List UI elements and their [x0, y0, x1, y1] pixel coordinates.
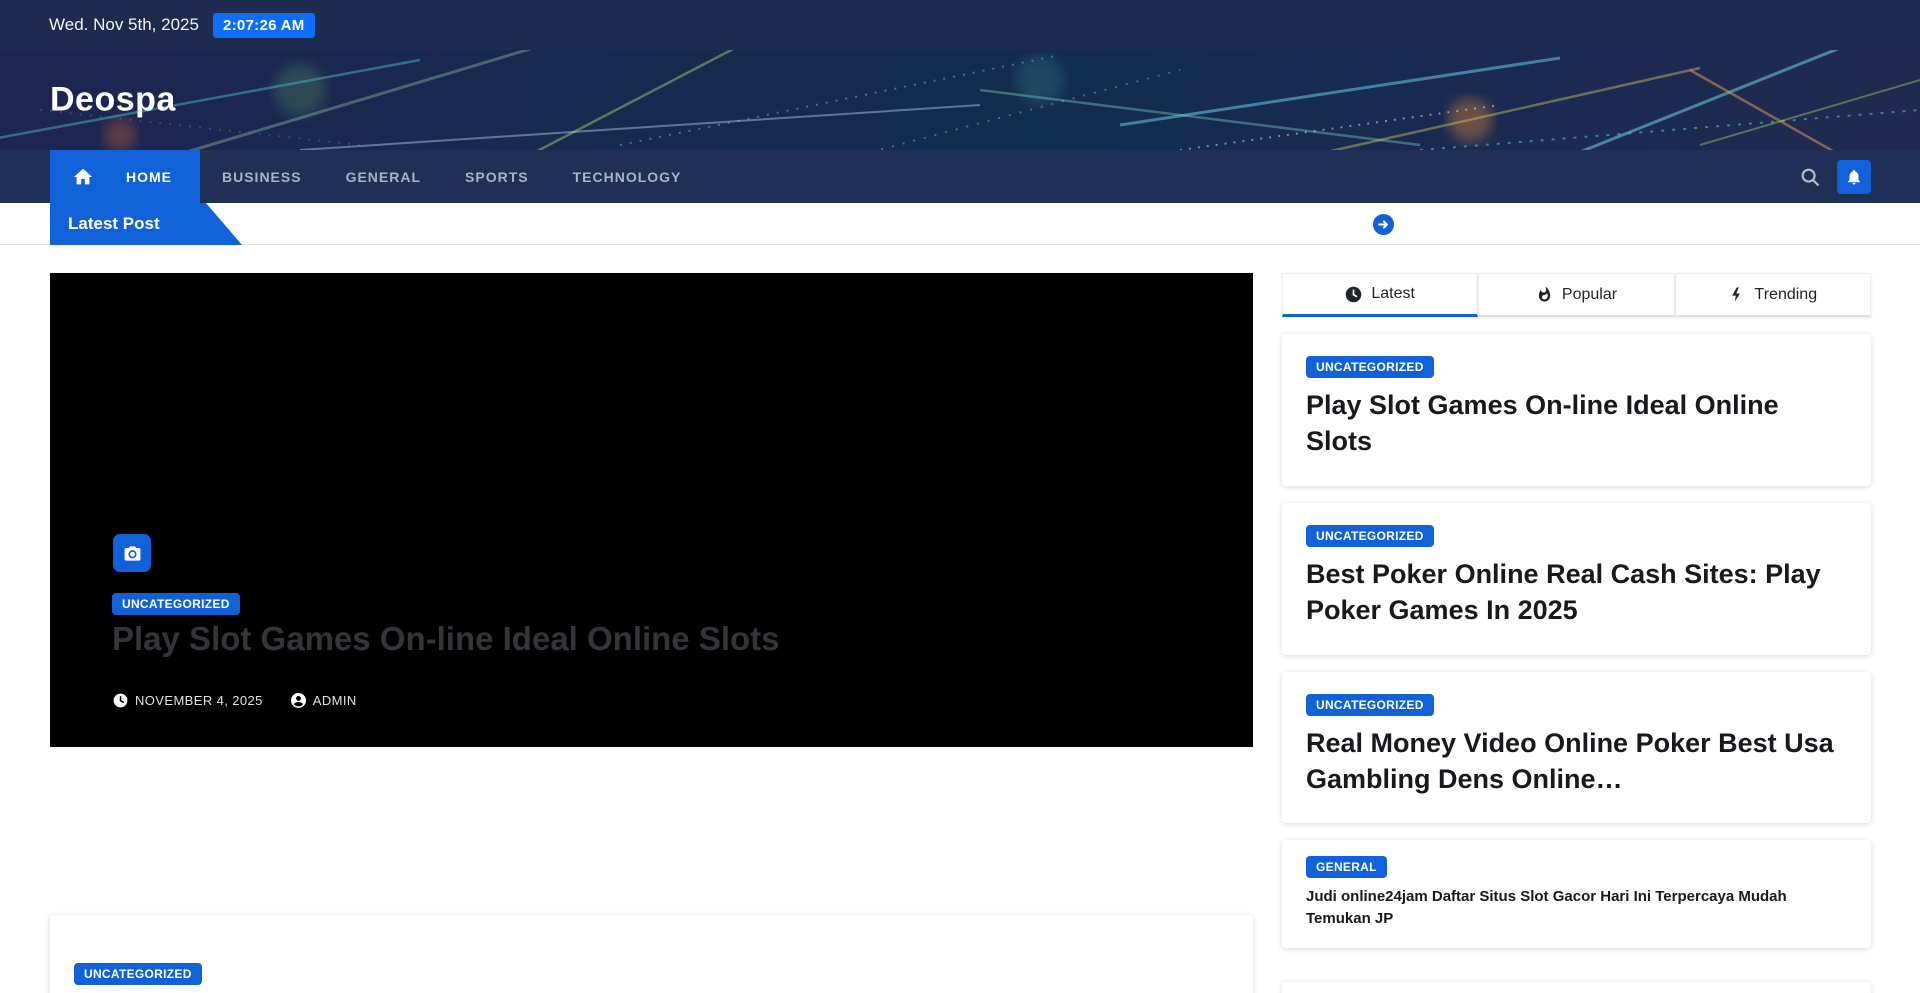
- sidebar-post-title[interactable]: Best Poker Online Real Cash Sites: Play …: [1306, 557, 1847, 629]
- tab-popular[interactable]: Popular: [1478, 273, 1674, 317]
- sidebar: Latest Popular Trending UNCATEGORIZED Pl…: [1282, 273, 1871, 993]
- camera-icon: [123, 544, 142, 563]
- featured-category-badge[interactable]: UNCATEGORIZED: [112, 593, 240, 615]
- sidebar-post-card: UNCATEGORIZED Real Money Video Online Po…: [1282, 672, 1871, 824]
- sidebar-post-card: UNCATEGORIZED Best Poker Online Real Cas…: [1282, 503, 1871, 655]
- tab-latest-label: Latest: [1371, 285, 1415, 303]
- post-category-badge[interactable]: GENERAL: [1306, 856, 1387, 878]
- camera-badge: [113, 534, 151, 572]
- featured-post[interactable]: UNCATEGORIZED Play Slot Games On-line Id…: [50, 273, 1253, 747]
- arrow-right-circle-icon: [1372, 213, 1395, 236]
- sidebar-post-card: GENERAL Judi online24jam Daftar Situs Sl…: [1282, 840, 1871, 948]
- post-category-badge[interactable]: UNCATEGORIZED: [1306, 356, 1434, 378]
- sidebar-post-card: UNCATEGORIZED Play Slot Games On-line Id…: [1282, 334, 1871, 486]
- search-icon: [1799, 166, 1821, 188]
- sidebar-post-title[interactable]: Play Slot Games On-line Ideal Online Slo…: [1306, 388, 1847, 460]
- bell-icon: [1845, 168, 1863, 186]
- sidebar-post-title[interactable]: Real Money Video Online Poker Best Usa G…: [1306, 726, 1847, 798]
- top-bar: Wed. Nov 5th, 2025 2:07:26 AM: [0, 0, 1920, 50]
- nav-home-icon-link[interactable]: [72, 166, 94, 188]
- tab-latest[interactable]: Latest: [1282, 273, 1478, 317]
- featured-post-author-text: ADMIN: [313, 693, 357, 708]
- nav-item-general[interactable]: GENERAL: [346, 150, 421, 203]
- featured-post-date: NOVEMBER 4, 2025: [113, 693, 263, 708]
- featured-post-title[interactable]: Play Slot Games On-line Ideal Online Slo…: [112, 619, 1162, 659]
- tab-popular-label: Popular: [1562, 286, 1617, 304]
- clock-icon: [113, 693, 128, 708]
- ticker-label: Latest Post: [50, 203, 242, 245]
- featured-post-date-text: NOVEMBER 4, 2025: [135, 693, 263, 708]
- nav-right-actions: [1799, 150, 1871, 203]
- current-time-badge: 2:07:26 AM: [213, 13, 315, 38]
- nav-item-sports[interactable]: SPORTS: [465, 150, 529, 203]
- nav-item-technology[interactable]: TECHNOLOGY: [573, 150, 682, 203]
- main-column: UNCATEGORIZED Play Slot Games On-line Id…: [50, 273, 1253, 993]
- post-category-badge[interactable]: UNCATEGORIZED: [1306, 694, 1434, 716]
- nav-item-home[interactable]: HOME: [126, 169, 172, 185]
- ticker-next-button[interactable]: [1372, 213, 1395, 236]
- featured-post-author[interactable]: ADMIN: [291, 693, 357, 708]
- latest-post-ticker: Latest Post: [0, 203, 1920, 245]
- flame-icon: [1536, 286, 1553, 303]
- post-list-card: UNCATEGORIZED: [50, 915, 1253, 993]
- tab-trending-label: Trending: [1755, 286, 1818, 304]
- tab-trending[interactable]: Trending: [1675, 273, 1871, 317]
- site-header: Deospa: [0, 50, 1920, 150]
- notifications-button[interactable]: [1837, 160, 1871, 194]
- home-icon: [72, 166, 94, 188]
- nav-item-business[interactable]: BUSINESS: [222, 150, 302, 203]
- site-logo-title[interactable]: Deospa: [50, 81, 176, 120]
- page-content: UNCATEGORIZED Play Slot Games On-line Id…: [0, 245, 1920, 993]
- bolt-icon: [1729, 286, 1746, 303]
- clock-icon: [1345, 286, 1362, 303]
- post-category-badge[interactable]: UNCATEGORIZED: [74, 963, 202, 985]
- current-date: Wed. Nov 5th, 2025: [49, 15, 199, 35]
- main-navigation: HOME BUSINESS GENERAL SPORTS TECHNOLOGY: [0, 150, 1920, 203]
- sidebar-tabs: Latest Popular Trending: [1282, 273, 1871, 317]
- user-icon: [291, 693, 306, 708]
- search-widget: Search: [1282, 982, 1871, 993]
- post-category-badge[interactable]: UNCATEGORIZED: [1306, 525, 1434, 547]
- nav-links: BUSINESS GENERAL SPORTS TECHNOLOGY: [222, 150, 681, 203]
- header-network-background: [0, 50, 1920, 150]
- featured-post-meta: NOVEMBER 4, 2025 ADMIN: [113, 693, 357, 708]
- sidebar-post-title[interactable]: Judi online24jam Daftar Situs Slot Gacor…: [1306, 886, 1847, 930]
- nav-active-block: HOME: [50, 150, 200, 203]
- search-toggle-button[interactable]: [1799, 166, 1821, 188]
